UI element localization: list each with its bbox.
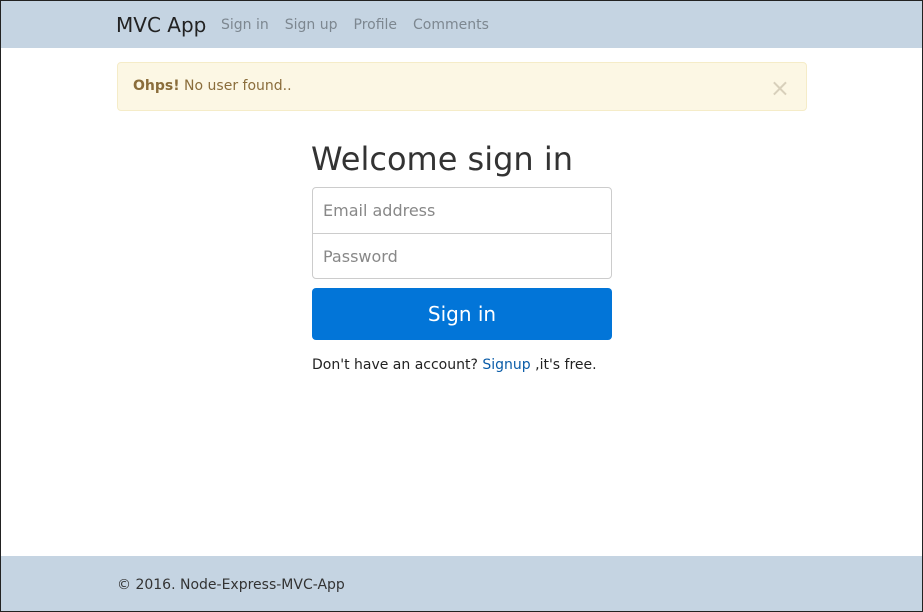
nav-profile[interactable]: Profile <box>354 17 398 33</box>
password-field[interactable] <box>313 233 611 278</box>
signup-link[interactable]: Signup <box>482 357 530 373</box>
email-field[interactable] <box>313 188 611 233</box>
alert-strong: Ohps! <box>133 78 180 94</box>
close-icon[interactable]: × <box>770 74 790 102</box>
navbar: MVC App Sign in Sign up Profile Comments <box>1 1 922 48</box>
nav-sign-in[interactable]: Sign in <box>221 17 269 33</box>
warning-alert: Ohps! No user found.. × <box>117 62 807 111</box>
alert-message: No user found.. <box>179 78 292 94</box>
footer-text: © 2016. Node-Express-MVC-App <box>117 577 345 593</box>
signup-prompt: Don't have an account? Signup ,it's free… <box>312 357 597 373</box>
brand-link[interactable]: MVC App <box>116 13 206 37</box>
login-fields <box>312 187 612 279</box>
nav-links: Sign in Sign up Profile Comments <box>221 17 489 33</box>
sign-in-button[interactable]: Sign in <box>312 288 612 340</box>
signup-prompt-text: Don't have an account? <box>312 357 483 373</box>
page-title: Welcome sign in <box>311 140 574 178</box>
nav-comments[interactable]: Comments <box>413 17 489 33</box>
signup-suffix: ,it's free. <box>530 357 597 373</box>
nav-sign-up[interactable]: Sign up <box>285 17 338 33</box>
footer: © 2016. Node-Express-MVC-App <box>1 556 922 611</box>
